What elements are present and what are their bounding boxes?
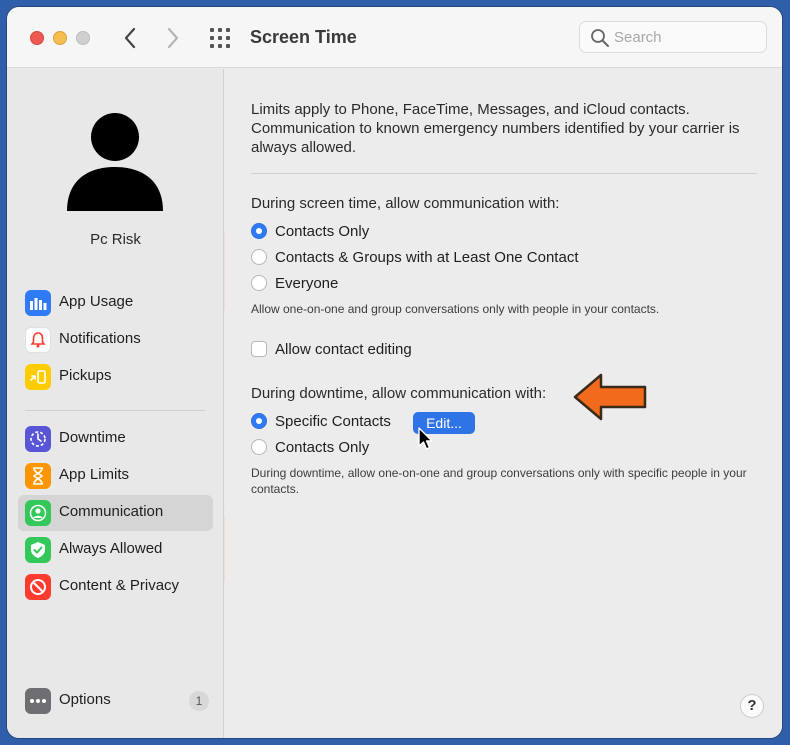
radio-contacts-groups[interactable]: Contacts & Groups with at Least One Cont…: [251, 247, 579, 267]
mouse-pointer-icon: [418, 427, 433, 450]
radio-contacts-only[interactable]: Contacts Only: [251, 221, 369, 241]
window-title: Screen Time: [250, 27, 357, 47]
user-name: Pc Risk: [90, 231, 141, 248]
checkbox[interactable]: [251, 341, 267, 357]
communication-pane: Limits apply to Phone, FaceTime, Message…: [225, 69, 782, 738]
sidebar-item-always-allowed[interactable]: Always Allowed: [18, 532, 213, 568]
screen-time-window: PC risk.com Screen Time: [7, 7, 782, 738]
screen-time-heading: During screen time, allow communication …: [251, 195, 560, 212]
sidebar-item-label: Content & Privacy: [59, 577, 180, 594]
radio-label: Everyone: [275, 274, 339, 292]
minimize-window-button[interactable]: [53, 31, 67, 45]
radio-label: Contacts Only: [275, 438, 370, 456]
sidebar-item-pickups[interactable]: Pickups: [18, 359, 213, 395]
downtime-heading: During downtime, allow communication wit…: [251, 385, 547, 402]
search-field[interactable]: [579, 21, 767, 53]
allow-contact-editing-checkbox[interactable]: Allow contact editing: [251, 339, 412, 359]
radio-label: Specific Contacts: [275, 412, 391, 430]
sidebar-item-label: Options: [59, 691, 111, 708]
sidebar-item-notifications[interactable]: Notifications: [18, 322, 213, 358]
radio-label: Contacts & Groups with at Least One Cont…: [275, 248, 579, 266]
person-circle-icon: [25, 500, 51, 526]
pickups-icon: [25, 364, 51, 390]
intro-text: Limits apply to Phone, FaceTime, Message…: [251, 101, 740, 156]
checkmark-shield-icon: [25, 537, 51, 563]
forward-button[interactable]: [160, 23, 186, 53]
no-entry-icon: [25, 574, 51, 600]
sidebar-item-content-privacy[interactable]: Content & Privacy: [18, 569, 213, 605]
sidebar-item-label: App Limits: [59, 466, 130, 483]
callout-arrow-icon: [573, 373, 647, 421]
sidebar-item-label: Pickups: [59, 367, 112, 384]
sidebar-item-options[interactable]: Options 1: [18, 683, 213, 719]
sidebar-item-label: App Usage: [59, 293, 134, 310]
radio-button[interactable]: [251, 249, 267, 265]
moon-clock-icon: [25, 426, 51, 452]
sidebar-item-label: Communication: [59, 503, 164, 520]
sidebar: Pc Risk App Usage Notifications Pickups: [7, 69, 224, 738]
radio-everyone[interactable]: Everyone: [251, 273, 338, 293]
zoom-window-button[interactable]: [76, 31, 90, 45]
chevron-right-icon: [167, 27, 179, 49]
radio-button-selected[interactable]: [251, 413, 267, 429]
back-button[interactable]: [117, 23, 143, 53]
sidebar-item-label: Downtime: [59, 429, 126, 446]
radio-label: Contacts Only: [275, 222, 370, 240]
downtime-note: During downtime, allow one-on-one and gr…: [251, 466, 747, 496]
sidebar-item-label: Notifications: [59, 330, 141, 347]
radio-button[interactable]: [251, 439, 267, 455]
radio-button-selected[interactable]: [251, 223, 267, 239]
options-badge: 1: [189, 691, 209, 711]
bell-icon: [25, 327, 51, 353]
search-icon: [591, 29, 609, 47]
sidebar-item-app-limits[interactable]: App Limits: [18, 458, 213, 494]
chart-icon: [25, 290, 51, 316]
checkbox-label: Allow contact editing: [275, 340, 412, 358]
screen-time-note: Allow one-on-one and group conversations…: [251, 302, 660, 316]
hourglass-icon: [25, 463, 51, 489]
sidebar-item-downtime[interactable]: Downtime: [18, 421, 213, 457]
sidebar-item-app-usage[interactable]: App Usage: [18, 285, 213, 321]
radio-downtime-contacts-only[interactable]: Contacts Only: [251, 437, 369, 457]
sidebar-divider: [25, 410, 205, 411]
title-bar: Screen Time: [7, 7, 782, 68]
search-input[interactable]: [614, 27, 759, 47]
section-divider: [251, 173, 757, 174]
sidebar-item-communication[interactable]: Communication: [18, 495, 213, 531]
chevron-left-icon: [124, 27, 136, 49]
sidebar-item-label: Always Allowed: [59, 540, 163, 557]
ellipsis-icon: [25, 688, 51, 714]
close-window-button[interactable]: [30, 31, 44, 45]
radio-button[interactable]: [251, 275, 267, 291]
show-all-grid-icon[interactable]: [209, 27, 233, 49]
help-button[interactable]: ?: [740, 694, 764, 718]
radio-specific-contacts[interactable]: Specific Contacts: [251, 411, 391, 431]
user-avatar-icon: [67, 113, 163, 211]
